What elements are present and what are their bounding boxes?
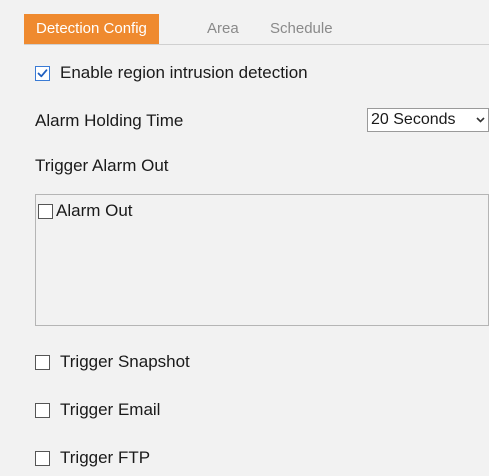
trigger-ftp-checkbox[interactable]	[35, 450, 50, 466]
trigger-ftp-row[interactable]: Trigger FTP	[35, 448, 150, 468]
alarm-holding-time-select[interactable]: 20 Seconds	[367, 108, 489, 132]
tab-bar: Detection Config Area Schedule	[24, 14, 489, 45]
alarm-holding-time-value: 20 Seconds	[371, 111, 456, 128]
enable-detection-label: Enable region intrusion detection	[60, 63, 308, 82]
enable-detection-row[interactable]: Enable region intrusion detection	[35, 63, 308, 83]
tab-schedule[interactable]: Schedule	[270, 14, 333, 44]
alarm-holding-time-label: Alarm Holding Time	[35, 111, 184, 130]
trigger-snapshot-label: Trigger Snapshot	[60, 352, 190, 371]
alarm-out-list: Alarm Out	[35, 194, 489, 326]
alarm-out-checkbox[interactable]	[38, 203, 53, 219]
trigger-email-checkbox[interactable]	[35, 402, 50, 418]
trigger-snapshot-row[interactable]: Trigger Snapshot	[35, 352, 190, 372]
trigger-alarm-out-label: Trigger Alarm Out	[35, 156, 169, 175]
tab-detection-config[interactable]: Detection Config	[24, 14, 159, 44]
trigger-snapshot-checkbox[interactable]	[35, 354, 50, 370]
check-icon	[37, 68, 48, 77]
list-item[interactable]: Alarm Out	[38, 201, 133, 221]
enable-detection-checkbox[interactable]	[35, 65, 50, 81]
tab-area[interactable]: Area	[207, 14, 239, 44]
trigger-ftp-label: Trigger FTP	[60, 448, 151, 467]
alarm-out-label: Alarm Out	[56, 201, 133, 220]
trigger-email-label: Trigger Email	[60, 400, 161, 419]
chevron-down-icon	[473, 109, 487, 131]
trigger-email-row[interactable]: Trigger Email	[35, 400, 160, 420]
